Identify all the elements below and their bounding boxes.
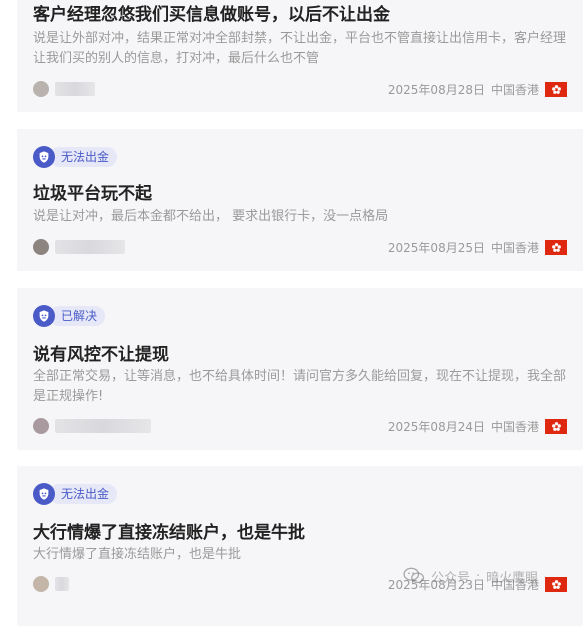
status-tag: 无法出金 [33,482,118,506]
avatar[interactable] [33,576,49,592]
hong-kong-flag-icon [545,418,567,434]
watermark: 公众号 · 暗火鹰眼 [403,566,538,586]
hong-kong-flag-icon [545,81,567,97]
status-tag-label: 无法出金 [49,147,118,167]
card-meta: 2025年08月25日 中国香港 [33,237,567,257]
status-tag: 无法出金 [33,145,118,169]
card-description: 全部正常交易，让等消息，也不给具体时间！请问官方多久能给回复，现在不让提现，我全… [33,369,567,404]
card-meta: 2025年08月24日 中国香港 [33,416,567,436]
card-title[interactable]: 大行情爆了直接冻结账户，也是牛批 [33,518,305,543]
status-tag-label: 已解决 [49,306,106,326]
wechat-icon [403,567,425,584]
complaint-card[interactable]: 无法出金 垃圾平台玩不起 说是让对冲，最后本金都不给出， 要求出银行卡，没一点格… [17,129,583,271]
card-title[interactable]: 说有风控不让提现 [33,340,169,365]
post-date: 2025年08月28日 [387,82,485,97]
complaint-feed: 客户经理忽悠我们买信息做账号，以后不让出金 说是让外部对冲，结果正常对冲全部封禁… [0,0,583,626]
username-redacted [55,419,151,433]
post-date: 2025年08月25日 [387,240,485,255]
avatar[interactable] [33,418,49,434]
username-redacted [55,577,69,591]
card-description: 说是让外部对冲，结果正常对冲全部封禁，不让出金，平台也不管直接让出信用卡，客户经… [33,31,567,66]
username-redacted [55,240,125,254]
card-title[interactable]: 客户经理忽悠我们买信息做账号，以后不让出金 [33,0,390,25]
watermark-name: 暗火鹰眼 [486,570,539,586]
avatar[interactable] [33,81,49,97]
complaint-card[interactable]: 无法出金 大行情爆了直接冻结账户，也是牛批 大行情爆了直接冻结账户，也是牛批 2… [17,466,583,626]
card-description: 大行情爆了直接冻结账户，也是牛批 [33,547,242,562]
post-region: 中国香港 [490,82,539,97]
card-meta: 2025年08月28日 中国香港 [33,79,567,99]
card-description: 说是让对冲，最后本金都不给出， 要求出银行卡，没一点格局 [33,209,389,224]
status-tag-label: 无法出金 [49,484,118,504]
post-date: 2025年08月24日 [387,419,485,434]
card-title[interactable]: 垃圾平台玩不起 [33,179,152,204]
shield-badge-icon [33,483,55,505]
shield-badge-icon [33,146,55,168]
post-region: 中国香港 [490,419,539,434]
hong-kong-flag-icon [545,576,567,592]
username-redacted [55,82,95,96]
watermark-separator: · [476,568,481,584]
avatar[interactable] [33,239,49,255]
post-region: 中国香港 [490,240,539,255]
complaint-card[interactable]: 客户经理忽悠我们买信息做账号，以后不让出金 说是让外部对冲，结果正常对冲全部封禁… [17,0,583,112]
hong-kong-flag-icon [545,239,567,255]
complaint-card[interactable]: 已解决 说有风控不让提现 全部正常交易，让等消息，也不给具体时间！请问官方多久能… [17,288,583,450]
shield-badge-icon [33,305,55,327]
watermark-prefix: 公众号 [431,570,471,586]
status-tag: 已解决 [33,304,106,328]
